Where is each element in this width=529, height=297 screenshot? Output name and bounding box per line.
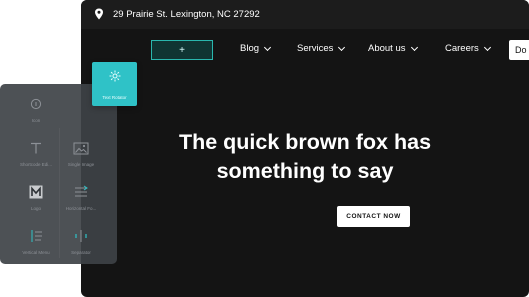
widget-single-image[interactable]: Single Image <box>58 132 104 172</box>
dragged-widget-text-rotator[interactable]: Text Rotator <box>92 62 137 106</box>
hero-headline-line-1: The quick brown fox has <box>178 130 432 154</box>
chevron-down-icon <box>338 43 346 51</box>
gear-icon <box>109 70 120 82</box>
widget-label: Shortcode Edi... <box>19 162 53 167</box>
hero-headline: The quick brown fox has something to say <box>81 128 529 186</box>
nav-item-services[interactable]: Services <box>297 43 346 54</box>
nav-item-label: Blog <box>240 43 260 54</box>
info-circle-icon <box>30 98 42 110</box>
widget-separator[interactable]: Separator <box>58 220 104 260</box>
widget-label: Text Rotator <box>102 95 127 100</box>
nav-item-label: About us <box>368 43 406 54</box>
widget-logo[interactable]: Logo <box>13 176 59 216</box>
widget-label: Logo <box>30 206 41 211</box>
widget-label: Icon <box>31 118 41 123</box>
chevron-down-icon <box>263 43 272 51</box>
widget-icon[interactable]: Icon <box>13 88 59 128</box>
widget-vertical-menu[interactable]: Vertical Menu <box>13 220 59 260</box>
text-t-icon <box>31 142 41 154</box>
nav-item-label: Careers <box>445 43 479 54</box>
hero-headline-line-2: something to say <box>216 159 394 183</box>
nav-item-careers[interactable]: Careers <box>445 43 491 54</box>
widget-label: Separator <box>71 250 91 255</box>
map-pin-icon <box>95 8 103 20</box>
separator-icon <box>75 230 87 242</box>
add-element-button[interactable]: + <box>151 40 213 60</box>
nav-cta-button[interactable]: Do <box>509 40 529 60</box>
widgets-panel: Icon Shortcode Edi... Single Image Logo <box>0 84 117 264</box>
image-icon <box>73 142 89 154</box>
nav-item-about-us[interactable]: About us <box>368 43 418 54</box>
chevron-down-icon <box>483 43 491 51</box>
widget-label: Single Image <box>67 162 95 167</box>
widget-shortcode-editor[interactable]: Shortcode Edi... <box>13 132 59 172</box>
logo-m-icon <box>29 185 43 199</box>
horizontal-form-icon <box>75 185 88 197</box>
chevron-down-icon <box>410 43 418 51</box>
address-text: 29 Prairie St. Lexington, NC 27292 <box>113 9 260 20</box>
nav-item-blog[interactable]: Blog <box>240 43 272 54</box>
top-info-bar: 29 Prairie St. Lexington, NC 27292 <box>81 0 529 29</box>
vertical-menu-icon <box>31 230 42 242</box>
widget-horizontal-form[interactable]: Horizontal Fo... <box>58 176 104 216</box>
contact-now-button[interactable]: CONTACT NOW <box>337 206 410 227</box>
main-navigation: + Blog Services About us Careers Do <box>81 29 529 71</box>
widget-label: Vertical Menu <box>22 250 50 255</box>
widget-label: Horizontal Fo... <box>65 206 97 211</box>
nav-item-label: Services <box>297 43 334 54</box>
